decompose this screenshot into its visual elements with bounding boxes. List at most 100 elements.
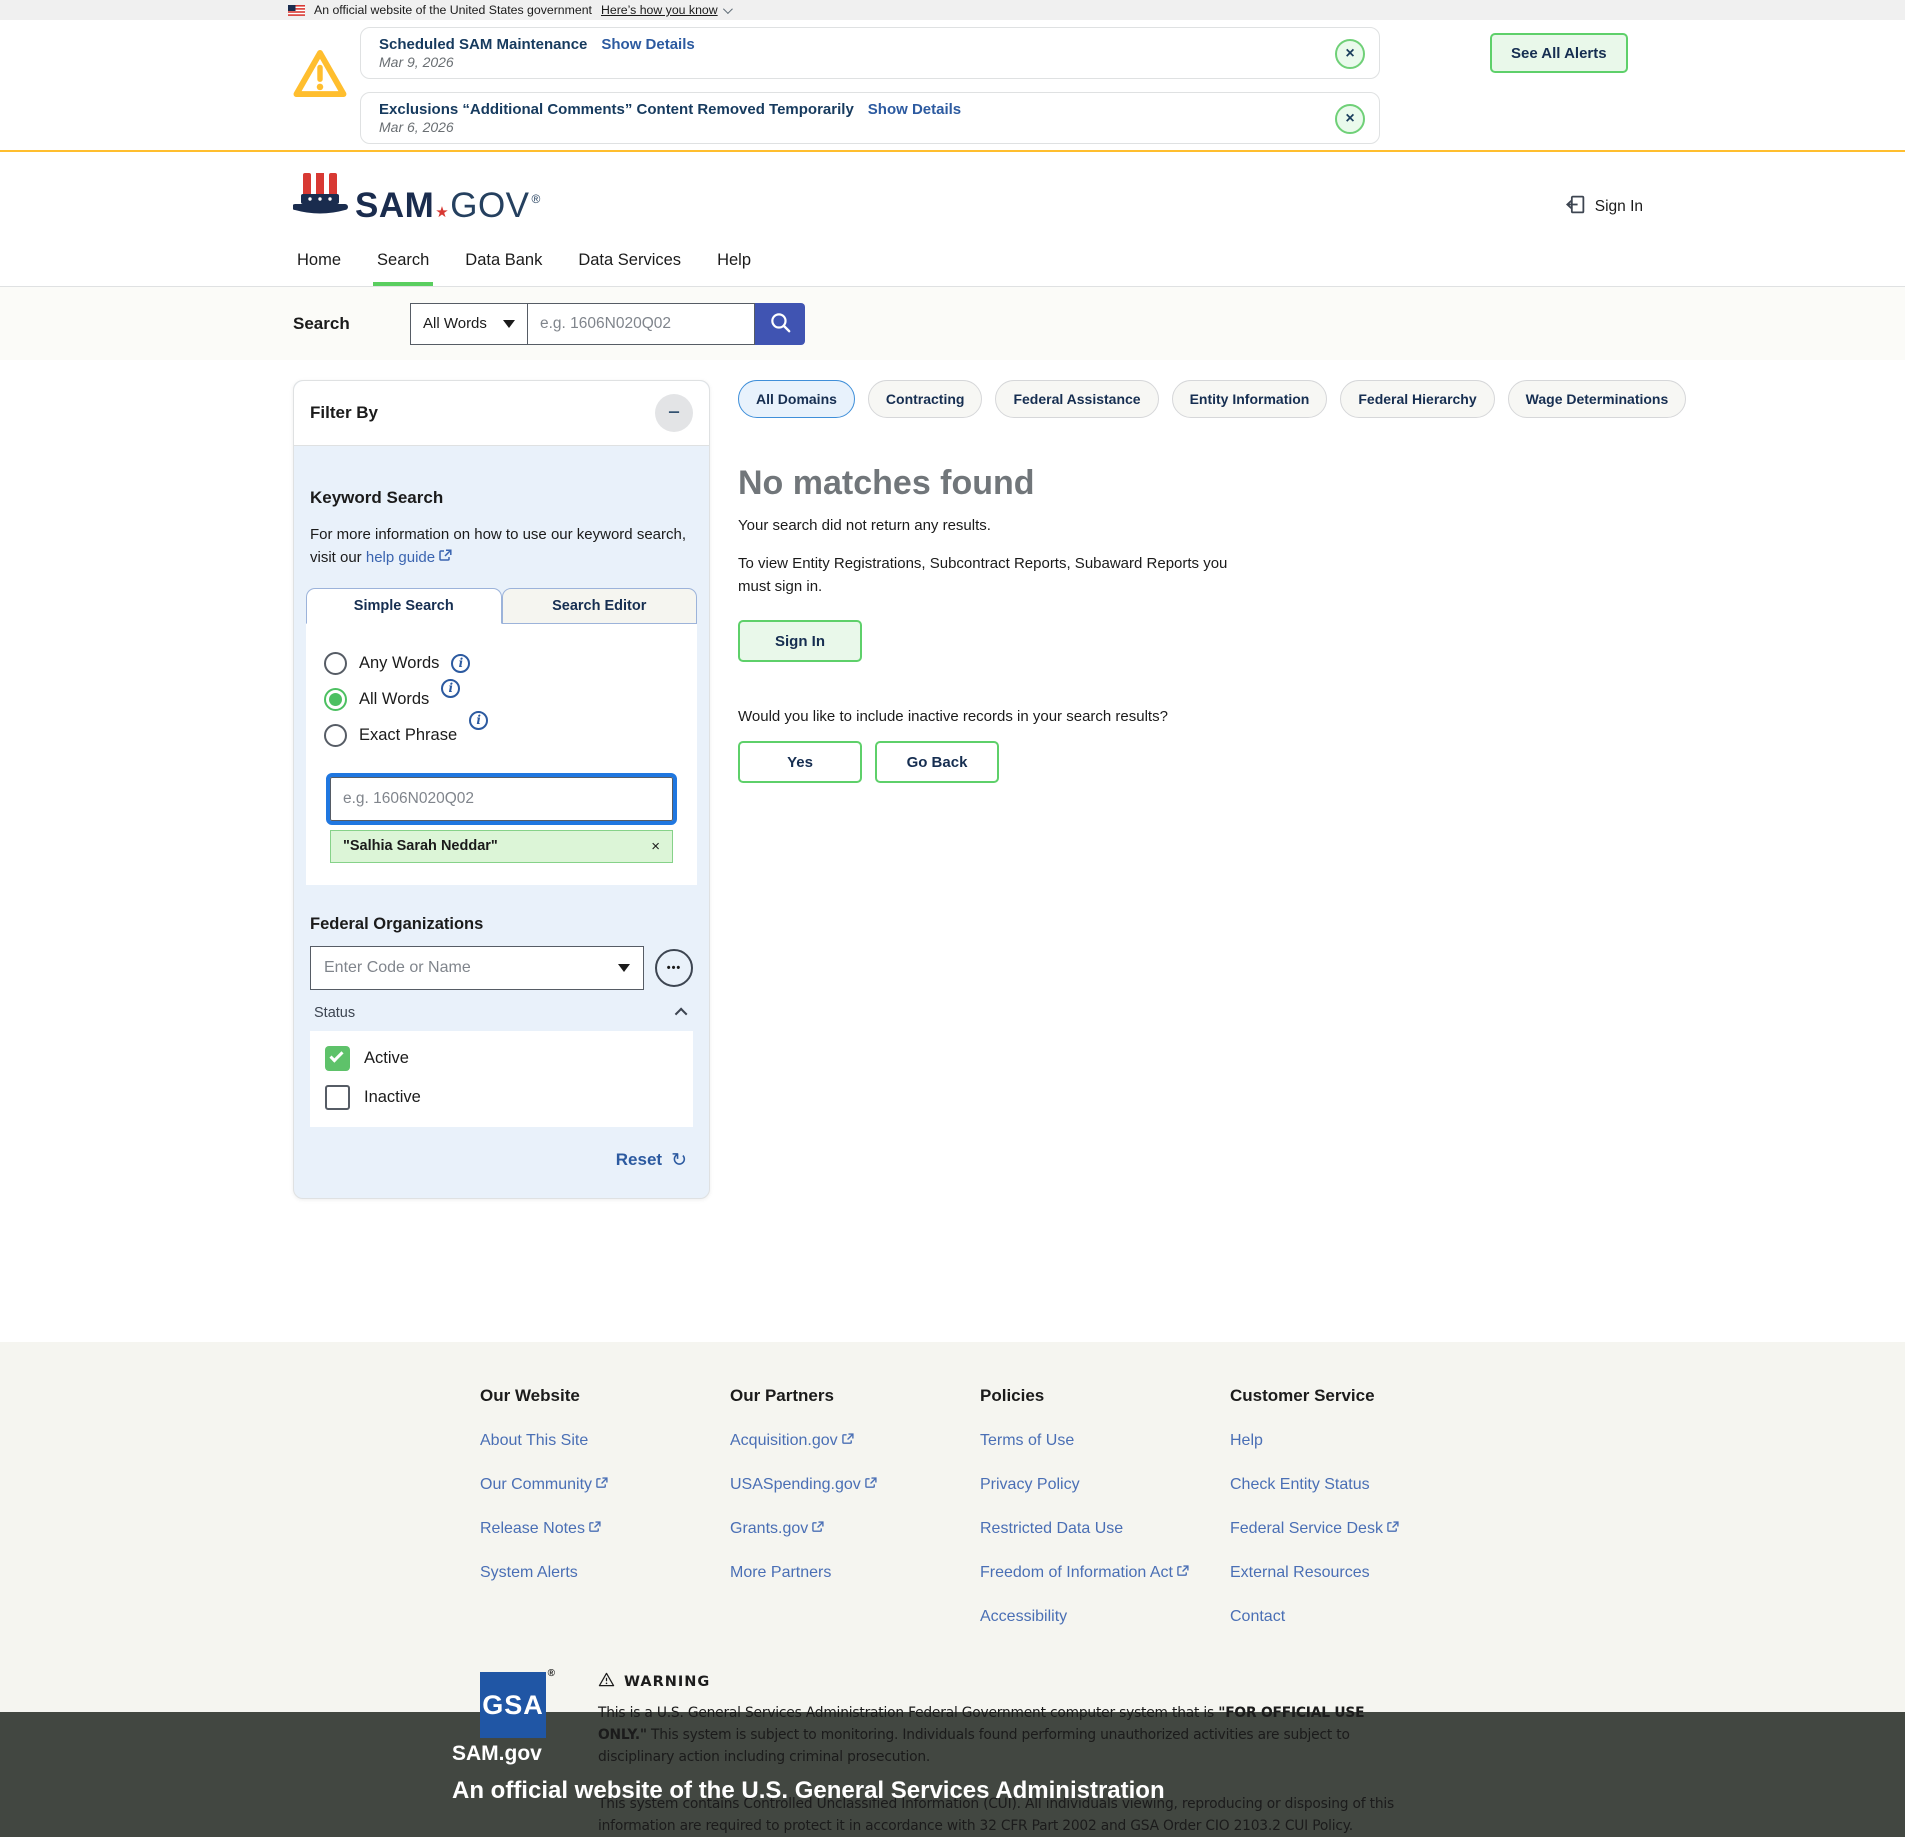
site-footer: Our Website About This Site Our Communit… (0, 1342, 1905, 1712)
alert-exclusions: Exclusions “Additional Comments” Content… (360, 92, 1380, 144)
star-icon: ★ (435, 205, 449, 220)
alert-title: Scheduled SAM Maintenance (379, 36, 587, 53)
sign-in-button[interactable]: Sign In (738, 620, 862, 662)
pill-wage-determinations[interactable]: Wage Determinations (1508, 380, 1687, 418)
federal-organizations-title: Federal Organizations (310, 915, 693, 934)
include-inactive-question: Would you like to include inactive recor… (738, 708, 1686, 725)
warning-outline-icon (598, 1672, 615, 1691)
pill-all-domains[interactable]: All Domains (738, 380, 855, 418)
info-icon[interactable]: i (451, 654, 470, 673)
reset-icon: ↻ (671, 1149, 687, 1172)
status-option-active[interactable]: Active (325, 1046, 678, 1071)
exact-phrase-radio[interactable] (324, 724, 347, 747)
go-back-button[interactable]: Go Back (875, 741, 999, 783)
footer-link-acquisition-gov[interactable]: Acquisition.gov (730, 1432, 980, 1450)
alert-date: Mar 9, 2026 (379, 54, 1319, 70)
see-all-alerts-button[interactable]: See All Alerts (1490, 33, 1628, 73)
keyword-tag: "Salhia Sarah Neddar" × (330, 830, 673, 863)
footer-link-check-entity-status[interactable]: Check Entity Status (1230, 1476, 1480, 1494)
inactive-checkbox[interactable] (325, 1085, 350, 1110)
sign-in-icon (1565, 194, 1586, 220)
registered-mark: ® (532, 193, 541, 205)
nav-item-home[interactable]: Home (293, 241, 345, 286)
all-words-radio[interactable] (324, 688, 347, 711)
any-words-radio[interactable] (324, 652, 347, 675)
federal-org-combobox[interactable]: Enter Code or Name (310, 946, 644, 990)
tab-simple-search[interactable]: Simple Search (306, 588, 502, 624)
search-mode-select[interactable]: All Words (410, 303, 528, 345)
footer-col-customer-service: Customer Service Help Check Entity Statu… (1230, 1386, 1480, 1626)
close-icon: × (1345, 45, 1354, 63)
tab-search-editor[interactable]: Search Editor (502, 588, 698, 624)
footer-link-restricted-data-use[interactable]: Restricted Data Use (980, 1520, 1230, 1538)
status-section-toggle[interactable]: Status (314, 1005, 687, 1021)
footer-link-terms-of-use[interactable]: Terms of Use (980, 1432, 1230, 1450)
footer-link-federal-service-desk[interactable]: Federal Service Desk (1230, 1520, 1480, 1538)
radio-label: Any Words (359, 654, 439, 673)
show-details-link[interactable]: Show Details (868, 101, 961, 118)
checkmark-icon (329, 1048, 343, 1062)
reset-filters-link[interactable]: Reset ↻ (306, 1149, 687, 1172)
yes-button[interactable]: Yes (738, 741, 862, 783)
footer-link-our-community[interactable]: Our Community (480, 1476, 730, 1494)
gov-banner: An official website of the United States… (0, 0, 1905, 20)
nav-item-data-services[interactable]: Data Services (574, 241, 685, 286)
footer-link-grants-gov[interactable]: Grants.gov (730, 1520, 980, 1538)
us-flag-icon (288, 5, 305, 16)
footer-link-foia[interactable]: Freedom of Information Act (980, 1564, 1230, 1582)
minus-icon: − (668, 401, 680, 425)
warning-block: WARNING This is a U.S. General Services … (598, 1672, 1398, 1838)
active-checkbox[interactable] (325, 1046, 350, 1071)
info-icon[interactable]: i (441, 679, 460, 698)
chevron-down-icon (723, 4, 733, 14)
status-option-inactive[interactable]: Inactive (325, 1085, 678, 1110)
keyword-input[interactable] (330, 777, 673, 821)
external-link-icon (439, 546, 452, 569)
warning-title: WARNING (624, 1674, 710, 1690)
status-options: Active Inactive (310, 1031, 693, 1127)
external-link-icon (1177, 1564, 1189, 1582)
nav-item-data-bank[interactable]: Data Bank (461, 241, 546, 286)
logo-gov-text: GOV (450, 188, 529, 223)
footer-link-system-alerts[interactable]: System Alerts (480, 1564, 730, 1582)
footer-link-release-notes[interactable]: Release Notes (480, 1520, 730, 1538)
footer-link-external-resources[interactable]: External Resources (1230, 1564, 1480, 1582)
search-input[interactable] (528, 303, 755, 345)
pill-entity-information[interactable]: Entity Information (1172, 380, 1328, 418)
footer-link-more-partners[interactable]: More Partners (730, 1564, 980, 1582)
gov-banner-text: An official website of the United States… (314, 3, 592, 17)
footer-link-about-this-site[interactable]: About This Site (480, 1432, 730, 1450)
logo-sam-text: SAM (355, 188, 434, 223)
heres-how-you-know-link[interactable]: Here’s how you know (601, 3, 730, 17)
pill-federal-assistance[interactable]: Federal Assistance (995, 380, 1158, 418)
info-icon[interactable]: i (469, 711, 488, 730)
alert-close-button[interactable]: × (1335, 39, 1365, 69)
sign-in-note: To view Entity Registrations, Subcontrac… (738, 553, 1238, 598)
collapse-filters-button[interactable]: − (655, 394, 693, 432)
alert-close-button[interactable]: × (1335, 104, 1365, 134)
close-icon[interactable]: × (651, 838, 660, 855)
nav-item-help[interactable]: Help (713, 241, 755, 286)
external-link-icon (842, 1432, 854, 1450)
footer-link-privacy-policy[interactable]: Privacy Policy (980, 1476, 1230, 1494)
footer-link-contact[interactable]: Contact (1230, 1608, 1480, 1626)
keyword-help-text: For more information on how to use our k… (310, 523, 693, 570)
footer-link-usaspending-gov[interactable]: USASpending.gov (730, 1476, 980, 1494)
footer-link-accessibility[interactable]: Accessibility (980, 1608, 1230, 1626)
simple-search-panel: Any Words i All Words i Exact Phrase i (306, 623, 697, 885)
pill-federal-hierarchy[interactable]: Federal Hierarchy (1340, 380, 1494, 418)
pill-contracting[interactable]: Contracting (868, 380, 983, 418)
sam-gov-logo[interactable]: SAM★GOV® (293, 170, 541, 223)
footer-link-help[interactable]: Help (1230, 1432, 1480, 1450)
dropdown-arrow-icon (618, 964, 630, 972)
show-details-link[interactable]: Show Details (601, 36, 694, 53)
more-options-button[interactable]: ••• (655, 949, 693, 987)
keyword-search-title: Keyword Search (310, 488, 693, 508)
search-button[interactable] (755, 303, 805, 345)
nav-item-search[interactable]: Search (373, 241, 433, 286)
alert-date: Mar 6, 2026 (379, 119, 1319, 135)
help-guide-link[interactable]: help guide (366, 549, 452, 566)
sign-in-link[interactable]: Sign In (1565, 194, 1643, 220)
alert-title: Exclusions “Additional Comments” Content… (379, 101, 854, 118)
close-icon: × (1345, 110, 1354, 128)
